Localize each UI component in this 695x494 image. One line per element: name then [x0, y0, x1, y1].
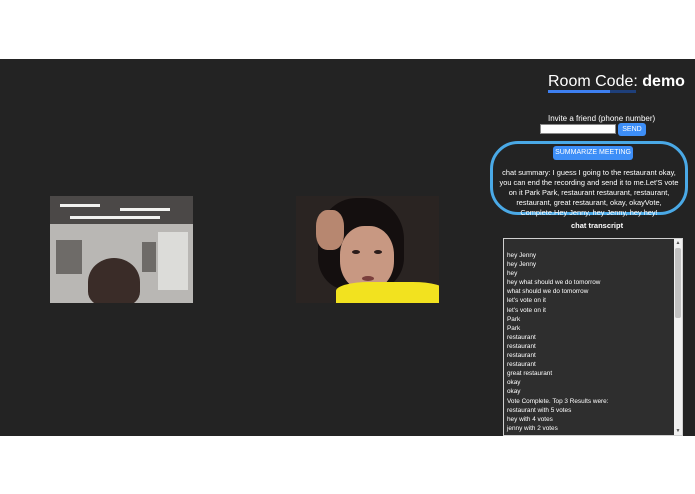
transcript-line: Vote Complete. Top 3 Results were:: [507, 397, 609, 405]
chat-summary-text: chat summary: I guess I going to the res…: [499, 168, 679, 217]
participant-mouth: [362, 276, 374, 281]
summarize-meeting-button[interactable]: SUMMARIZE MEETING: [553, 146, 633, 160]
send-button[interactable]: SEND: [618, 123, 646, 136]
invite-label: Invite a friend (phone number): [548, 114, 656, 123]
participant-eye: [352, 250, 360, 254]
scroll-down-arrow-icon[interactable]: ▼: [674, 427, 682, 435]
participant-hand: [316, 210, 344, 250]
transcript-line: hey Jenny: [507, 252, 537, 259]
transcript-lines: hey Jenny hey Jenny hey hey what should …: [507, 251, 675, 433]
room-code-underline-dark: [610, 90, 636, 93]
transcript-line: Park: [507, 315, 521, 323]
video-shelf: [142, 242, 156, 272]
transcript-line: jenny with 2 votes: [507, 424, 558, 432]
room-code-label: Room Code:: [548, 73, 638, 90]
chat-transcript-title: chat transcript: [571, 221, 624, 230]
transcript-line: Park: [507, 324, 521, 332]
transcript-scrollbar[interactable]: ▲ ▼: [674, 239, 682, 435]
transcript-line: restaurant: [507, 352, 536, 360]
room-code-heading: Room Code: demo: [548, 73, 685, 91]
transcript-line: let's vote on it: [507, 297, 546, 305]
transcript-line: what should we do tomorrow: [507, 288, 589, 296]
scroll-up-arrow-icon[interactable]: ▲: [674, 239, 682, 247]
ceiling-light: [120, 208, 170, 211]
video-window: [158, 232, 188, 290]
transcript-line: great restaurant: [507, 370, 553, 378]
phone-number-input[interactable]: [540, 124, 616, 134]
video-shelf: [56, 240, 82, 274]
transcript-line: okay: [507, 379, 521, 387]
transcript-line: hey Jenny: [507, 261, 537, 269]
ceiling-light: [60, 204, 100, 207]
transcript-line: okay: [507, 388, 521, 396]
transcript-line: restaurant with 5 votes: [507, 406, 572, 414]
transcript-line: restaurant: [507, 333, 536, 341]
video-feed-remote: [296, 196, 439, 303]
room-code-underline: [548, 90, 610, 93]
room-code-value: demo: [642, 73, 685, 90]
transcript-line: restaurant: [507, 342, 536, 350]
video-feed-local: [50, 196, 193, 303]
participant-head: [88, 258, 140, 303]
participant-shirt: [336, 282, 439, 303]
transcript-line: let's vote on it: [507, 306, 546, 314]
scrollbar-thumb[interactable]: [675, 248, 681, 318]
chat-transcript-panel[interactable]: hey Jenny hey Jenny hey hey what should …: [503, 238, 683, 436]
participant-eye: [374, 250, 382, 254]
meeting-app: Room Code: demo Invite a friend (phone n…: [0, 59, 695, 436]
transcript-line: restaurant: [507, 361, 536, 369]
transcript-line: hey: [507, 270, 518, 278]
ceiling-light: [70, 216, 160, 219]
transcript-line: hey what should we do tomorrow: [507, 279, 601, 287]
transcript-line: hey with 4 votes: [507, 415, 553, 423]
